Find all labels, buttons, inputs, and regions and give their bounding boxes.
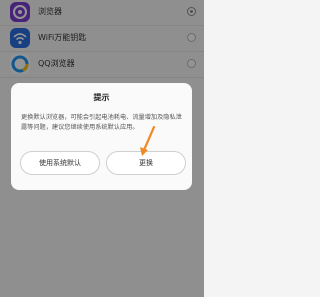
use-system-default-button[interactable]: 使用系统默认 [20, 151, 100, 175]
pointer-arrow-icon [140, 126, 156, 156]
dialog-title: 提示 [93, 93, 110, 102]
dialog-message: 更换默认浏览器，可能会引起电池耗电、流量增加及隐私泄露等问题，建议您继续使用系统… [21, 114, 182, 131]
